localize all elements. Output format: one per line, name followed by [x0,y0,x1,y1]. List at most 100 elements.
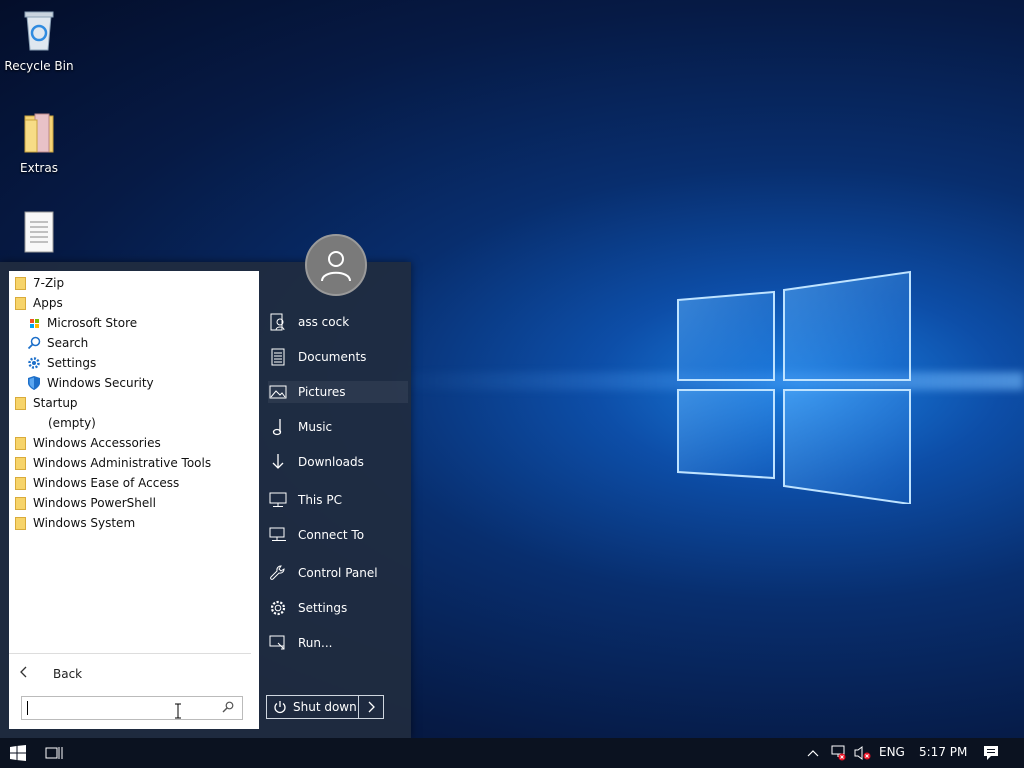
program-folder-windows-system[interactable]: Windows System [15,513,135,533]
desktop-icon-extras[interactable]: Extras [0,110,78,175]
chevron-right-icon [368,701,375,713]
user-folder-icon [268,312,288,332]
search-input[interactable] [21,696,243,720]
program-folder-windows-ease-of-access[interactable]: Windows Ease of Access [15,473,179,493]
windows-logo-icon [10,745,26,761]
gear-icon [27,356,41,370]
program-label: Microsoft Store [47,316,138,330]
start-item-this-pc[interactable]: This PC [268,489,408,511]
start-item-control-panel[interactable]: Control Panel [268,562,408,584]
start-item-label: Pictures [298,385,346,399]
ibeam-cursor-icon [175,703,181,719]
shutdown-button[interactable]: Shut down [267,696,359,718]
start-item-label: Documents [298,350,367,364]
download-arrow-icon [268,452,288,472]
task-view-button[interactable] [38,738,70,768]
chevron-up-icon [807,750,819,757]
programs-panel: 7-Zip Apps Microsoft Store Search Settin… [9,271,259,729]
program-label: Settings [47,356,97,370]
computer-icon [268,490,288,510]
program-label: Windows PowerShell [33,496,156,510]
power-icon [274,701,286,714]
program-microsoft-store[interactable]: Microsoft Store [27,313,137,333]
program-folder-windows-administrative-tools[interactable]: Windows Administrative Tools [15,453,211,473]
folder-icon [15,436,26,450]
text-cursor [27,701,28,715]
start-item-run[interactable]: Run... [268,632,408,654]
desktop-icon-label: Extras [20,161,58,175]
notification-icon [984,746,998,760]
run-icon [268,633,288,653]
program-folder-windows-accessories[interactable]: Windows Accessories [15,433,161,453]
desktop-icon-document[interactable] [0,210,78,261]
shutdown-label: Shut down [293,700,357,714]
start-item-label: ass cock [298,315,350,329]
volume-button[interactable] [852,738,874,768]
music-note-icon [268,417,288,437]
back-button[interactable]: Back [19,664,82,684]
program-label: Windows Ease of Access [33,476,180,490]
start-menu: 7-Zip Apps Microsoft Store Search Settin… [0,234,411,738]
folder-icon [0,110,78,157]
folder-icon [15,496,26,510]
wrench-icon [268,563,288,583]
show-hidden-icons-button[interactable] [803,738,823,768]
start-item-downloads[interactable]: Downloads [268,451,408,473]
start-item-label: This PC [298,493,342,507]
program-settings[interactable]: Settings [27,353,96,373]
program-search[interactable]: Search [27,333,88,353]
program-folder-startup[interactable]: Startup [15,393,78,413]
program-folder-apps[interactable]: Apps [15,293,63,313]
start-item-pictures[interactable]: Pictures [268,381,408,403]
program-folder-7zip[interactable]: 7-Zip [15,273,64,293]
program-label: (empty) [48,416,96,430]
gear-icon [268,598,288,618]
start-item-music[interactable]: Music [268,416,408,438]
start-item-label: Control Panel [298,566,378,580]
start-item-documents[interactable]: Documents [268,346,408,368]
folder-icon [15,276,26,290]
back-label: Back [53,667,83,681]
folder-icon [15,396,26,410]
program-label: Windows Administrative Tools [33,456,212,470]
shutdown-options-button[interactable] [359,696,383,718]
recycle-bin-icon [0,8,78,55]
start-item-settings[interactable]: Settings [268,597,408,619]
taskbar: ENG 5:17 PM [0,738,1024,768]
action-center-button[interactable] [976,738,1006,768]
folder-icon [15,516,26,530]
start-item-user-folder[interactable]: ass cock [268,311,408,333]
windows-logo-wallpaper [677,270,911,504]
desktop-icon-label: Recycle Bin [4,59,74,73]
input-language-indicator[interactable]: ENG [879,745,905,759]
program-label: Startup [33,396,78,410]
program-label: Search [47,336,89,350]
program-label: 7-Zip [33,276,65,290]
divider [9,653,251,654]
pictures-icon [268,382,288,402]
desktop-icon-recycle-bin[interactable]: Recycle Bin [0,8,78,73]
program-windows-security[interactable]: Windows Security [27,373,154,393]
task-view-icon [45,747,63,759]
program-empty-placeholder: (empty) [48,413,96,433]
document-icon [268,347,288,367]
network-status-button[interactable] [826,738,850,768]
shutdown-control: Shut down [266,695,384,719]
start-item-connect-to[interactable]: Connect To [268,524,408,546]
folder-icon [15,476,26,490]
program-label: Apps [33,296,63,310]
folder-icon [15,456,26,470]
program-folder-windows-powershell[interactable]: Windows PowerShell [15,493,156,513]
clock[interactable]: 5:17 PM [919,745,967,759]
start-item-label: Connect To [298,528,365,542]
program-label: Windows Security [47,376,154,390]
speaker-muted-icon [854,746,871,760]
chevron-left-icon [19,666,37,682]
network-icon [268,525,288,545]
start-item-label: Downloads [298,455,364,469]
start-button[interactable] [0,738,36,768]
start-item-label: Music [298,420,333,434]
shield-icon [27,376,41,390]
search-icon [222,701,234,716]
user-avatar[interactable] [305,234,367,296]
